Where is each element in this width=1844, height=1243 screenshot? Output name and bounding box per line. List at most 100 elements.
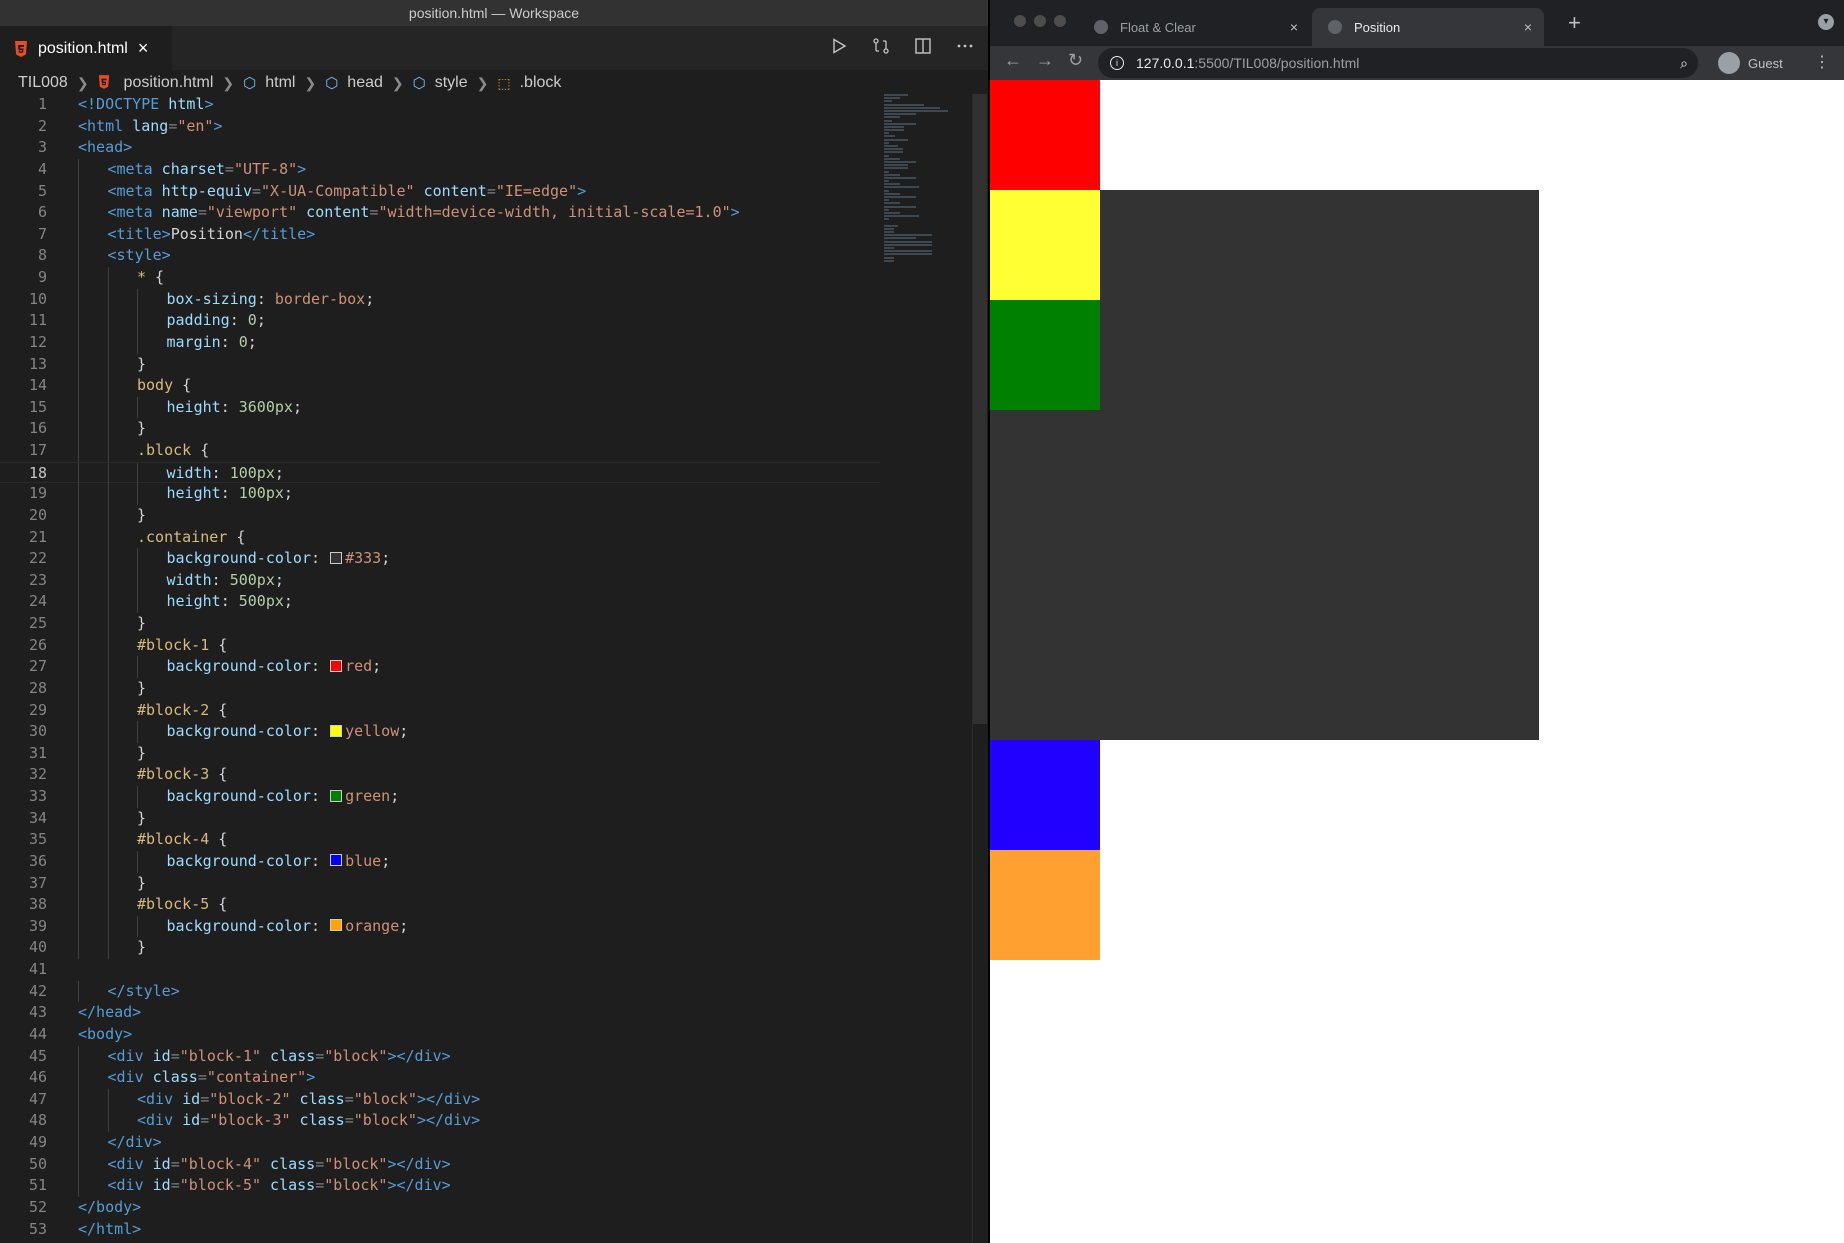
- minimap[interactable]: [880, 94, 976, 262]
- reload-icon[interactable]: ↻: [1068, 50, 1083, 71]
- window-minimize-icon[interactable]: [1034, 15, 1046, 27]
- color-swatch[interactable]: [330, 789, 343, 802]
- code-line[interactable]: 25}: [0, 613, 880, 635]
- code-line[interactable]: 6 <meta name="viewport" content="width=de…: [0, 202, 880, 224]
- code-line[interactable]: 45 <div id="block-1" class="block"></div>: [0, 1045, 880, 1068]
- color-swatch[interactable]: [330, 659, 343, 672]
- code-line[interactable]: 3 <head>: [0, 137, 880, 159]
- browser-tab-float-clear[interactable]: Float & Clear ×: [1078, 8, 1310, 46]
- forward-icon[interactable]: →: [1036, 50, 1054, 71]
- breadcrumb-item-html[interactable]: html: [265, 74, 295, 92]
- code-line[interactable]: 7 <title>Position</title>: [0, 223, 880, 246]
- code-line[interactable]: 26 #block-1 {: [0, 634, 880, 657]
- code-line[interactable]: 48 <div id="block-3" class="block"></div>: [0, 1110, 880, 1132]
- back-icon[interactable]: ←: [1004, 50, 1022, 71]
- code-line[interactable]: 31}: [0, 742, 880, 765]
- code-line[interactable]: 34}: [0, 807, 880, 830]
- breadcrumb-root[interactable]: TIL008: [18, 74, 68, 92]
- code-line[interactable]: 22 background-color: #333;: [0, 548, 880, 570]
- code-line[interactable]: 18 width: 100px;: [0, 461, 880, 485]
- editor-tab-position-html[interactable]: position.html ×: [0, 26, 172, 70]
- profile-button[interactable]: Guest: [1718, 50, 1783, 76]
- code-line[interactable]: 53 </html>: [0, 1219, 880, 1241]
- color-swatch[interactable]: [330, 724, 343, 737]
- minimap-line: [884, 240, 932, 243]
- code-line[interactable]: 29 #block-2 {: [0, 699, 880, 722]
- code-line[interactable]: 5 <meta http-equiv="X-UA-Compatible" cont…: [0, 180, 880, 203]
- more-icon[interactable]: ⋮: [1814, 52, 1830, 72]
- code-line[interactable]: 10 box-sizing: border-box;: [0, 288, 880, 311]
- tab-search-icon[interactable]: ▾: [1818, 14, 1834, 30]
- code-line[interactable]: 38 #block-5 {: [0, 894, 880, 916]
- info-icon[interactable]: i: [1110, 56, 1124, 70]
- code-line[interactable]: 9 * {: [0, 267, 880, 289]
- breadcrumb-item-head[interactable]: head: [347, 74, 383, 92]
- window-maximize-icon[interactable]: [1054, 15, 1066, 27]
- code-line[interactable]: 2 <html lang="en">: [0, 116, 880, 138]
- code-line[interactable]: 28}: [0, 677, 880, 700]
- color-swatch[interactable]: [330, 919, 343, 932]
- code-line[interactable]: 4 <meta charset="UTF-8">: [0, 158, 880, 181]
- split-editor-icon[interactable]: [912, 37, 934, 60]
- code-line[interactable]: 20}: [0, 504, 880, 527]
- breadcrumb-item-style[interactable]: style: [435, 74, 468, 92]
- zoom-icon[interactable]: ⌕: [1680, 55, 1688, 72]
- window-close-icon[interactable]: [1014, 15, 1026, 27]
- close-icon[interactable]: ×: [1524, 19, 1532, 35]
- code-text: <html lang="en">: [78, 116, 223, 138]
- code-line[interactable]: 21 .container {: [0, 526, 880, 549]
- code-line[interactable]: 17 .block {: [0, 440, 880, 462]
- code-line[interactable]: 40}: [0, 937, 880, 959]
- code-line[interactable]: 11 padding: 0;: [0, 310, 880, 332]
- more-icon[interactable]: [954, 37, 976, 60]
- code-line[interactable]: 41: [0, 959, 880, 981]
- run-icon[interactable]: [828, 37, 850, 59]
- indent-guide: [107, 483, 109, 505]
- code-token: }: [137, 938, 147, 957]
- close-icon[interactable]: ×: [138, 38, 149, 59]
- code-line[interactable]: 46 <div class="container">: [0, 1067, 880, 1089]
- code-line[interactable]: 32 #block-3 {: [0, 764, 880, 786]
- code-line[interactable]: 49 </div>: [0, 1132, 880, 1154]
- code-line[interactable]: 39 background-color: orange;: [0, 915, 880, 938]
- address-bar[interactable]: i 127.0.0.1 :5500/TIL008/position.html ⌕: [1098, 48, 1698, 78]
- breadcrumb-item-block[interactable]: .block: [520, 74, 562, 92]
- breadcrumb-file[interactable]: position.html: [124, 74, 214, 92]
- compare-icon[interactable]: [870, 37, 892, 60]
- code-line[interactable]: 14 body {: [0, 375, 880, 397]
- code-token: :: [211, 463, 230, 482]
- code-line[interactable]: 47 <div id="block-2" class="block"></div>: [0, 1088, 880, 1111]
- code-line[interactable]: 8 <style>: [0, 245, 880, 267]
- code-line[interactable]: 23 width: 500px;: [0, 569, 880, 592]
- line-number: 38: [28, 895, 47, 914]
- code-line[interactable]: 44 <body>: [0, 1024, 880, 1046]
- code-line[interactable]: 13}: [0, 353, 880, 376]
- scrollbar-thumb[interactable]: [973, 94, 987, 724]
- code-line[interactable]: 37}: [0, 872, 880, 895]
- code-line[interactable]: 1 <!DOCTYPE html>: [0, 94, 880, 116]
- code-area[interactable]: 1 <!DOCTYPE html> 2 <html lang="en"> 3 <head>…: [0, 94, 880, 1240]
- code-line[interactable]: 42 </style>: [0, 980, 880, 1003]
- code-line[interactable]: 52 </body>: [0, 1197, 880, 1219]
- code-line[interactable]: 27 background-color: red;: [0, 656, 880, 678]
- code-line[interactable]: 16}: [0, 418, 880, 440]
- code-line[interactable]: 24 height: 500px;: [0, 591, 880, 613]
- new-tab-button[interactable]: +: [1568, 10, 1581, 36]
- color-swatch[interactable]: [330, 854, 343, 867]
- close-icon[interactable]: ×: [1290, 19, 1298, 35]
- code-line[interactable]: 36 background-color: blue;: [0, 850, 880, 873]
- browser-tab-position[interactable]: Position ×: [1312, 8, 1544, 46]
- minimap-line: [884, 243, 932, 246]
- code-line[interactable]: 19 height: 100px;: [0, 483, 880, 505]
- color-swatch[interactable]: [330, 551, 343, 564]
- code-line[interactable]: 15 height: 3600px;: [0, 396, 880, 419]
- code-line[interactable]: 50 <div id="block-4" class="block"></div>: [0, 1153, 880, 1176]
- code-line[interactable]: 43 </head>: [0, 1002, 880, 1024]
- code-line[interactable]: 12 margin: 0;: [0, 331, 880, 354]
- code-line[interactable]: 30 background-color: yellow;: [0, 721, 880, 743]
- code-line[interactable]: 35 #block-4 {: [0, 829, 880, 851]
- vertical-scrollbar[interactable]: [972, 94, 987, 1243]
- code-line[interactable]: 33 background-color: green;: [0, 786, 880, 808]
- indent-guide: [107, 699, 109, 722]
- code-line[interactable]: 51 <div id="block-5" class="block"></div>: [0, 1175, 880, 1197]
